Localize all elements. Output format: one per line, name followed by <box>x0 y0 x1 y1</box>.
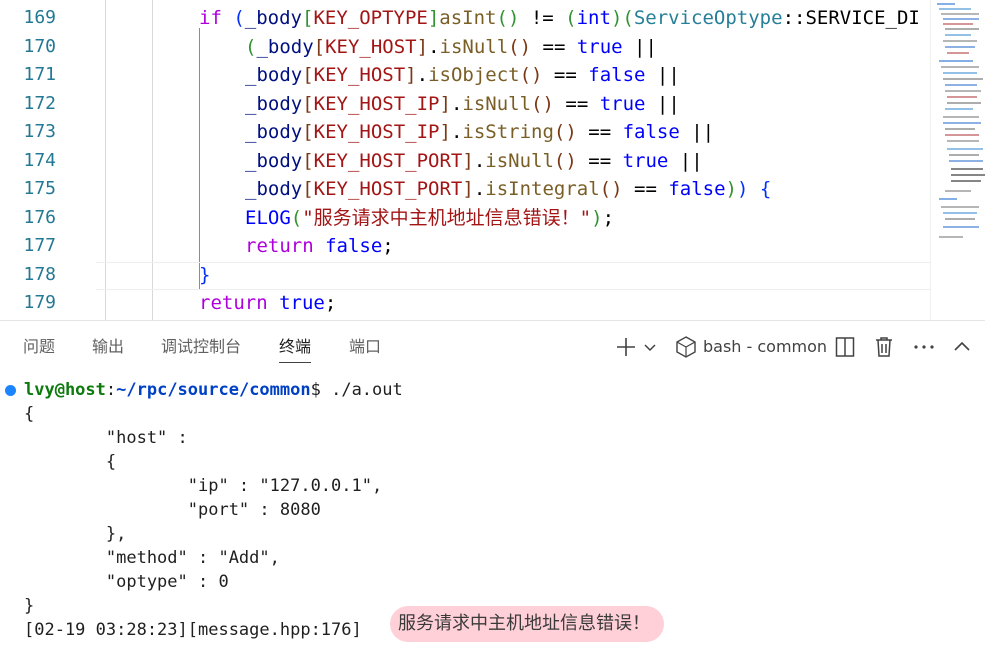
chevron-up-icon[interactable] <box>953 335 971 359</box>
plus-icon[interactable] <box>615 335 637 359</box>
code-text: return false; <box>245 235 394 257</box>
terminal-shell-icon <box>675 335 697 359</box>
line-number: 174 <box>23 150 56 171</box>
line-number: 175 <box>23 178 56 199</box>
command-status-icon[interactable] <box>5 385 16 396</box>
code-line[interactable]: 169 if (_body[KEY_OPTYPE]asInt() != (int… <box>0 4 930 32</box>
tab-problems[interactable]: 问题 <box>23 321 55 373</box>
code-text: _body[KEY_HOST_IP].isString() == false |… <box>245 121 715 143</box>
terminal-output-line: "port" : 8080 <box>24 500 321 520</box>
code-text: _body[KEY_HOST_IP].isNull() == true || <box>245 93 680 115</box>
code-editor[interactable]: 169 if (_body[KEY_OPTYPE]asInt() != (int… <box>0 0 985 320</box>
line-number: 172 <box>23 93 56 114</box>
code-text: (_body[KEY_HOST].isNull() == true || <box>245 36 657 58</box>
terminal-output-line: { <box>24 452 117 472</box>
panel-tabs: 问题 输出 调试控制台 终端 端口 bash - common <box>0 321 985 373</box>
tab-output[interactable]: 输出 <box>92 321 124 373</box>
line-number: 176 <box>23 207 56 228</box>
code-line[interactable]: 174 _body[KEY_HOST_PORT].isNull() == tru… <box>0 147 930 175</box>
split-icon[interactable] <box>835 335 855 359</box>
terminal-output-line: } <box>24 596 35 616</box>
code-line[interactable]: 178 } <box>0 261 930 289</box>
terminal-output-line: { <box>24 404 35 424</box>
line-number: 178 <box>23 264 56 285</box>
minimap[interactable] <box>930 0 985 320</box>
line-number: 179 <box>23 292 56 313</box>
code-text: _body[KEY_HOST_PORT].isIntegral() == fal… <box>245 178 772 200</box>
terminal-name[interactable]: bash - common <box>703 321 827 373</box>
terminal-error-message: 服务请求中主机地址信息错误！ <box>390 606 664 642</box>
code-line[interactable]: 176 ELOG("服务请求中主机地址信息错误！"); <box>0 204 930 232</box>
line-number: 173 <box>23 121 56 142</box>
line-number: 177 <box>23 235 56 256</box>
bottom-panel: 问题 输出 调试控制台 终端 端口 bash - common lvy@host… <box>0 320 985 645</box>
terminal-prompt: lvy@host:~/rpc/source/common$ ./a.out <box>24 380 403 400</box>
code-line[interactable]: 173 _body[KEY_HOST_IP].isString() == fal… <box>0 118 930 146</box>
code-line[interactable]: 179 return true; <box>0 289 930 317</box>
trash-icon[interactable] <box>874 335 894 359</box>
terminal-log-prefix: [02-19 03:28:23][message.hpp:176] <box>24 620 362 640</box>
terminal-output-line: }, <box>24 524 127 544</box>
tab-terminal[interactable]: 终端 <box>279 321 312 373</box>
line-number: 171 <box>23 64 56 85</box>
code-line[interactable]: 177 return false; <box>0 232 930 260</box>
chevron-down-icon[interactable] <box>643 335 657 359</box>
code-line[interactable]: 175 _body[KEY_HOST_PORT].isIntegral() ==… <box>0 175 930 203</box>
code-text: _body[KEY_HOST].isObject() == false || <box>245 64 680 86</box>
terminal-output-line: "host" : <box>24 428 188 448</box>
code-line[interactable]: 170 (_body[KEY_HOST].isNull() == true || <box>0 33 930 61</box>
code-text: _body[KEY_HOST_PORT].isNull() == true || <box>245 150 703 172</box>
terminal-output-line: "ip" : "127.0.0.1", <box>24 476 383 496</box>
code-text: } <box>199 264 211 286</box>
line-number: 169 <box>23 7 56 28</box>
code-text: return true; <box>199 292 337 314</box>
tab-debug-console[interactable]: 调试控制台 <box>161 321 241 373</box>
code-line[interactable]: 172 _body[KEY_HOST_IP].isNull() == true … <box>0 90 930 118</box>
tab-ports[interactable]: 端口 <box>349 321 381 373</box>
code-text: ELOG("服务请求中主机地址信息错误！"); <box>245 207 615 229</box>
code-text: if (_body[KEY_OPTYPE]asInt() != (int)(Se… <box>199 7 920 29</box>
line-number: 170 <box>23 36 56 57</box>
terminal-output-line: "method" : "Add", <box>24 548 280 568</box>
more-icon[interactable] <box>913 335 935 359</box>
terminal-output-line: "optype" : 0 <box>24 572 229 592</box>
terminal[interactable]: lvy@host:~/rpc/source/common$ ./a.out { … <box>0 376 985 645</box>
code-line[interactable]: 171 _body[KEY_HOST].isObject() == false … <box>0 61 930 89</box>
